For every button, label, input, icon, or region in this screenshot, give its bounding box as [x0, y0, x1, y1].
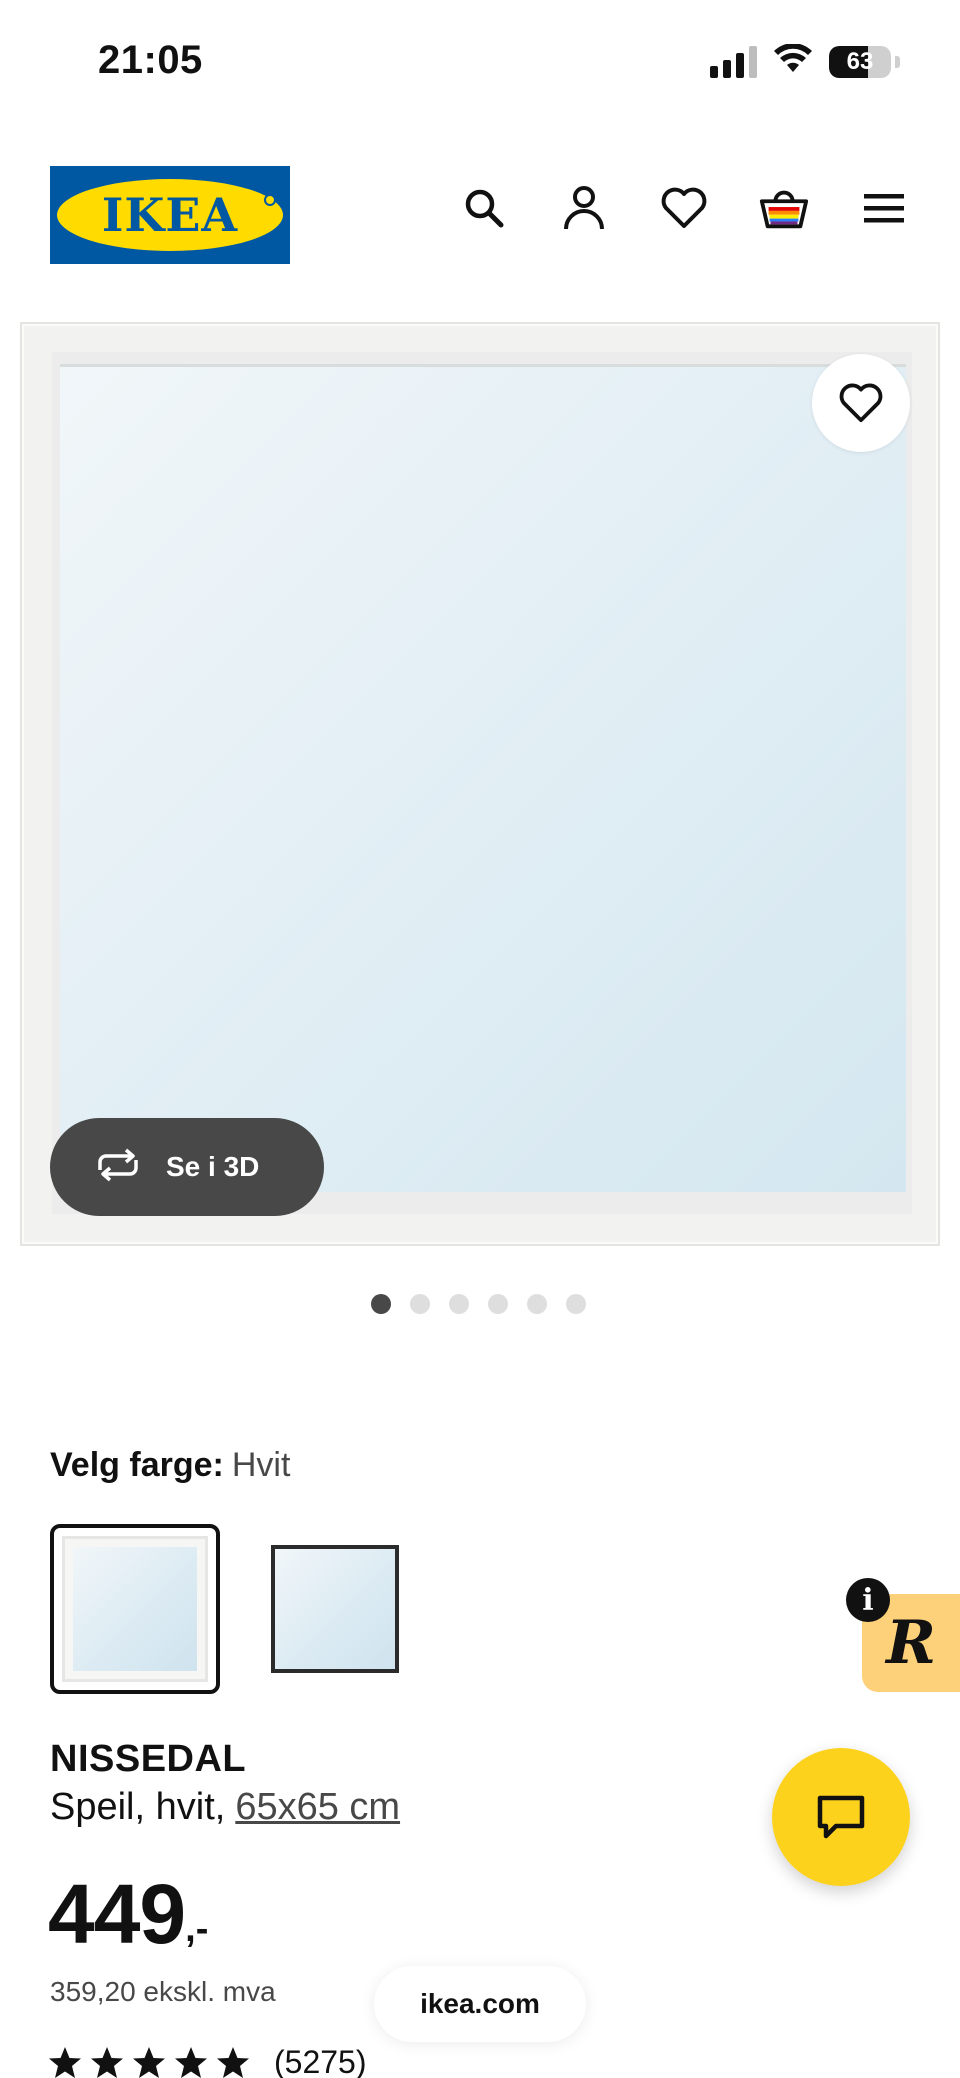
- gallery-dot-1[interactable]: [370, 1294, 391, 1314]
- browser-url-bar[interactable]: ikea.com: [374, 1966, 586, 2042]
- mirror-inner-frame: [52, 352, 912, 1214]
- add-to-favourites-button[interactable]: [812, 354, 910, 452]
- mirror-glass: [60, 364, 906, 1192]
- product-rating[interactable]: (5275): [48, 2044, 367, 2078]
- gallery-dot-4[interactable]: [487, 1294, 508, 1314]
- logo-text: IKEA: [101, 188, 239, 242]
- header-nav: [458, 182, 910, 234]
- price-amount: 449: [48, 1867, 186, 1961]
- star-icon: [133, 2046, 165, 2078]
- rating-count: (5275): [274, 2044, 367, 2078]
- price-excl-vat: 359,20 ekskl. mva: [50, 1976, 276, 2007]
- chat-button[interactable]: [772, 1748, 910, 1886]
- swatch-image-black: [271, 1545, 399, 1673]
- battery-cap: [895, 55, 900, 68]
- color-swatches: [50, 1524, 420, 1694]
- star-icon: [91, 2046, 123, 2078]
- r-badge-letter: R: [886, 1608, 936, 1678]
- chat-icon: [817, 1795, 865, 1839]
- star-icon: [217, 2046, 249, 2078]
- status-icons: 63: [710, 43, 900, 79]
- color-selector-label: Velg farge: Hvit: [50, 1446, 290, 1485]
- wifi-icon: [773, 43, 813, 79]
- gallery-dot-6[interactable]: [565, 1294, 586, 1314]
- product-price: 449 ,-: [48, 1872, 208, 1956]
- price-suffix: ,-: [185, 1908, 209, 1950]
- swatch-image-white: [62, 1536, 208, 1682]
- color-value: Hvit: [231, 1446, 291, 1484]
- star-icon: [175, 2046, 207, 2078]
- cellular-signal-icon: [710, 45, 757, 78]
- gallery-pagination: [0, 1294, 958, 1314]
- registered-mark: [264, 194, 276, 206]
- cart-icon[interactable]: [758, 182, 810, 234]
- gallery-dot-2[interactable]: [409, 1294, 430, 1314]
- product-description: Speil, hvit, 65x65 cm: [50, 1786, 400, 1829]
- battery-icon: 63: [829, 45, 891, 78]
- battery-level: 63: [846, 47, 874, 75]
- status-time: 21:05: [98, 38, 203, 82]
- account-icon[interactable]: [558, 182, 610, 234]
- heart-icon[interactable]: [658, 182, 710, 234]
- star-icon: [49, 2046, 81, 2078]
- status-bar: 21:05 63: [0, 0, 960, 120]
- color-swatch-black[interactable]: [250, 1524, 420, 1694]
- gallery-dot-3[interactable]: [448, 1294, 469, 1314]
- product-image: [20, 322, 940, 1246]
- color-label: Velg farge:: [50, 1446, 224, 1484]
- site-header: IKEA: [0, 160, 960, 270]
- product-name: NISSEDAL: [50, 1738, 247, 1780]
- rating-stars: [48, 2046, 250, 2078]
- product-size-link[interactable]: 65x65 cm: [235, 1786, 400, 1828]
- info-icon[interactable]: i: [846, 1578, 890, 1622]
- color-swatch-white[interactable]: [50, 1524, 220, 1694]
- product-type: Speil, hvit,: [50, 1786, 226, 1828]
- gallery-dot-5[interactable]: [526, 1294, 547, 1314]
- product-image-gallery[interactable]: Se i 3D: [20, 322, 940, 1246]
- logo-oval: IKEA: [57, 179, 283, 251]
- heart-icon: [839, 383, 883, 423]
- ikea-logo[interactable]: IKEA: [50, 166, 290, 264]
- view-in-3d-button[interactable]: Se i 3D: [50, 1118, 324, 1216]
- view-in-3d-label: Se i 3D: [166, 1151, 260, 1182]
- menu-icon[interactable]: [858, 182, 910, 234]
- rotate-3d-icon: [92, 1148, 144, 1187]
- search-icon[interactable]: [458, 182, 510, 234]
